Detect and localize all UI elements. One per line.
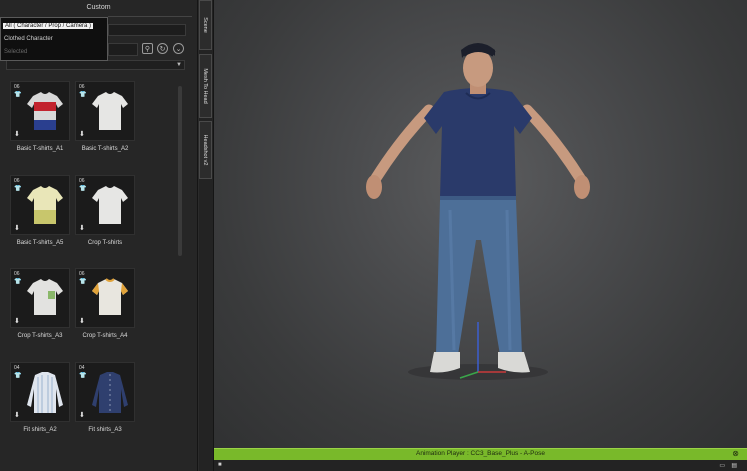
dropdown-item-selected[interactable]: Selected xyxy=(4,49,27,55)
animation-player-title: Animation Player : CC3_Base_Plus - A-Pos… xyxy=(416,450,545,457)
tshirt-icon: 👕 xyxy=(79,186,87,192)
play-icon[interactable]: ■ xyxy=(218,462,222,468)
content-item-thumbnail[interactable]: 06 👕 ⬇ xyxy=(75,81,135,141)
timeline-icon[interactable]: ▭ xyxy=(719,462,725,469)
content-item-label: Basic T-shirts_A5 xyxy=(16,240,64,246)
item-count-badge: 04 xyxy=(79,365,85,371)
content-item-thumbnail[interactable]: 06 👕 ⬇ xyxy=(10,268,70,328)
content-item-label: Fit shirts_A3 xyxy=(88,427,122,433)
tshirt-icon: 👕 xyxy=(79,279,87,285)
filter-icon[interactable]: ⚲ xyxy=(142,43,153,54)
close-icon[interactable]: ⊗ xyxy=(732,449,739,458)
garment-preview xyxy=(92,372,128,413)
item-count-badge: 06 xyxy=(79,84,85,90)
animation-player-bar: Animation Player : CC3_Base_Plus - A-Pos… xyxy=(214,448,747,460)
content-item-thumbnail[interactable]: 06 👕 ⬇ xyxy=(75,175,135,235)
garment-preview xyxy=(27,372,63,413)
filter-input[interactable] xyxy=(108,24,186,36)
content-item-label: Crop T-shirts_A3 xyxy=(17,333,63,339)
refresh-icon[interactable]: ↻ xyxy=(157,43,168,54)
tab-scene-label: Scene xyxy=(202,17,208,33)
dropdown-item-all[interactable]: All ( Character / Prop / Camera ) xyxy=(3,23,94,29)
tab-scene[interactable]: Scene xyxy=(199,0,212,50)
chevron-down-icon[interactable]: ⌄ xyxy=(173,43,184,54)
tab-mesh-to-head[interactable]: Mesh To Head xyxy=(199,54,212,118)
status-strip: ■ ▭ ▤ xyxy=(214,460,747,471)
search-input[interactable] xyxy=(108,43,138,56)
content-item-thumbnail[interactable]: 04 👕 ⬇ xyxy=(10,362,70,422)
content-item-thumbnail[interactable]: 04 👕 ⬇ xyxy=(75,362,135,422)
tshirt-icon: 👕 xyxy=(14,186,22,192)
item-count-badge: 06 xyxy=(14,178,20,184)
item-count-badge: 06 xyxy=(79,271,85,277)
content-item-thumbnail[interactable]: 06 👕 ⬇ xyxy=(10,175,70,235)
download-arrow-icon: ⬇ xyxy=(14,131,20,138)
settings-icon[interactable]: ▤ xyxy=(731,462,737,469)
tshirt-icon: 👕 xyxy=(79,92,87,98)
download-arrow-icon: ⬇ xyxy=(79,318,85,325)
garment-preview xyxy=(27,186,63,224)
download-arrow-icon: ⬇ xyxy=(14,225,20,232)
tab-headshot-v2[interactable]: Headshot v2 xyxy=(199,121,212,179)
content-panel: Custom ⚲ ↻ ⌄ ▼ 06 👕 ⬇ Basic T-shirts_A1 06 👕 ⬇… xyxy=(0,0,198,471)
content-item-label: Crop T-shirts_A4 xyxy=(82,333,128,339)
content-item-label: Fit shirts_A2 xyxy=(23,427,57,433)
garment-preview xyxy=(92,278,128,315)
item-count-badge: 06 xyxy=(79,178,85,184)
content-item-label: Crop T-shirts xyxy=(87,240,123,246)
dropdown-arrow-icon: ▼ xyxy=(176,62,182,68)
item-count-badge: 06 xyxy=(14,84,20,90)
download-arrow-icon: ⬇ xyxy=(14,318,20,325)
content-item-label: Basic T-shirts_A2 xyxy=(81,146,129,152)
download-arrow-icon: ⬇ xyxy=(79,225,85,232)
content-item-label: Basic T-shirts_A1 xyxy=(16,146,64,152)
sort-select[interactable]: ▼ xyxy=(6,60,185,70)
side-tab-strip: Scene Mesh To Head Headshot v2 xyxy=(199,0,214,471)
item-count-badge: 06 xyxy=(14,271,20,277)
tshirt-icon: 👕 xyxy=(14,373,22,379)
garment-preview xyxy=(27,92,63,130)
character-model xyxy=(366,43,590,380)
item-count-badge: 04 xyxy=(14,365,20,371)
dropdown-item-clothed-character[interactable]: Clothed Character xyxy=(4,36,53,42)
tshirt-icon: 👕 xyxy=(14,279,22,285)
download-arrow-icon: ⬇ xyxy=(79,131,85,138)
tshirt-icon: 👕 xyxy=(79,373,87,379)
garment-preview xyxy=(92,186,128,224)
tab-headshot-v2-label: Headshot v2 xyxy=(202,134,208,166)
scrollbar[interactable] xyxy=(178,86,182,256)
panel-title: Custom xyxy=(86,4,111,11)
content-item-thumbnail[interactable]: 06 👕 ⬇ xyxy=(10,81,70,141)
download-arrow-icon: ⬇ xyxy=(79,412,85,419)
garment-preview xyxy=(92,92,128,130)
scope-dropdown[interactable]: All ( Character / Prop / Camera ) Clothe… xyxy=(0,17,108,61)
download-arrow-icon: ⬇ xyxy=(14,412,20,419)
divider xyxy=(108,16,192,17)
garment-preview xyxy=(27,279,63,315)
tshirt-icon: 👕 xyxy=(14,92,22,98)
content-item-thumbnail[interactable]: 06 👕 ⬇ xyxy=(75,268,135,328)
tab-mesh-to-head-label: Mesh To Head xyxy=(202,68,208,104)
3d-viewport[interactable] xyxy=(214,0,747,448)
